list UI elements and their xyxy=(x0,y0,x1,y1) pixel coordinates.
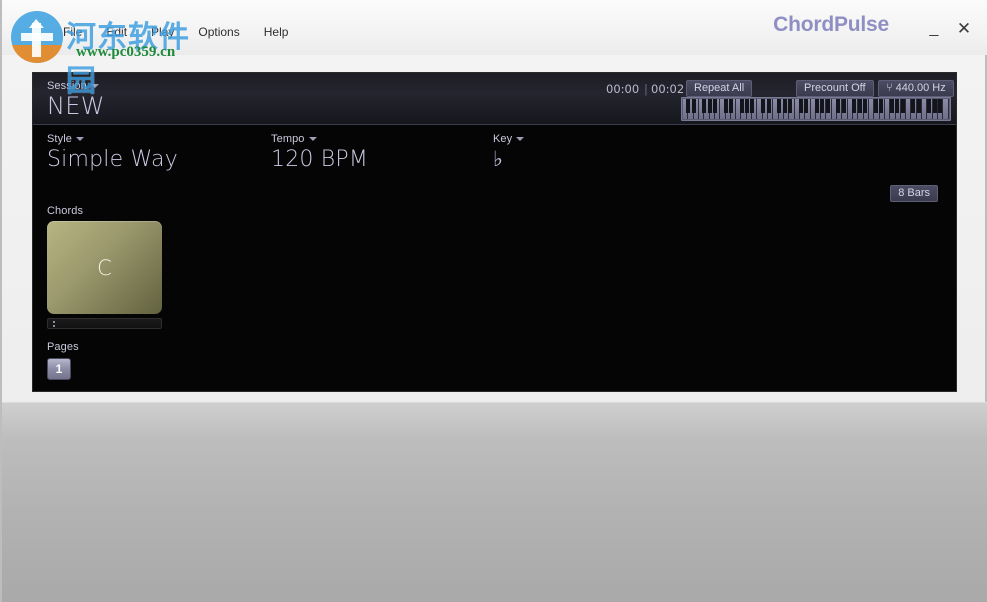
session-selector[interactable]: Session xyxy=(47,80,99,92)
session-properties-row: Style Simple Way Tempo 120 BPM Key ♭ xyxy=(33,133,957,181)
piano-keyboard-display[interactable] xyxy=(681,97,951,121)
session-bar: Session NEW 00:00 | 00:02 Repeat All Pre… xyxy=(33,73,957,125)
style-label: Style xyxy=(47,133,72,145)
precount-toggle-button[interactable]: Precount Off xyxy=(796,80,874,97)
chord-timeline-marker xyxy=(53,321,55,323)
bars-badge[interactable]: 8 Bars xyxy=(890,185,938,202)
time-separator: | xyxy=(644,82,648,96)
chevron-down-icon xyxy=(91,84,99,88)
time-total: 00:02 xyxy=(651,82,684,96)
tuning-value: 440.00 Hz xyxy=(896,82,946,94)
close-button[interactable]: ✕ xyxy=(953,18,975,40)
session-name: NEW xyxy=(47,92,105,120)
chord-slot: C xyxy=(47,221,162,329)
menu-bar: File Edit Play Options Help xyxy=(2,22,291,42)
tuning-fork-icon: ⑂ xyxy=(886,82,893,94)
menu-item-options[interactable]: Options xyxy=(195,24,242,40)
chords-section-label: Chords xyxy=(47,205,83,217)
main-dark-panel: Session NEW 00:00 | 00:02 Repeat All Pre… xyxy=(32,72,957,392)
piano-black-keys xyxy=(683,99,949,113)
session-label: Session xyxy=(47,80,87,92)
minimize-button[interactable]: _ xyxy=(923,18,945,40)
style-field[interactable]: Style Simple Way xyxy=(47,133,178,172)
page-button-1[interactable]: 1 xyxy=(47,358,71,380)
key-field[interactable]: Key ♭ xyxy=(493,133,524,171)
chevron-down-icon xyxy=(516,137,524,141)
page-title: ChordPulse xyxy=(773,13,889,37)
menu-item-file[interactable]: File xyxy=(60,24,85,40)
tempo-value: 120 BPM xyxy=(271,147,368,172)
repeat-mode-button[interactable]: Repeat All xyxy=(686,80,752,97)
chord-name: C xyxy=(97,256,112,280)
style-value: Simple Way xyxy=(47,147,178,172)
application-window: ChordPulse _ ✕ File Edit Play Options He… xyxy=(0,0,987,602)
menu-item-help[interactable]: Help xyxy=(261,24,292,40)
menu-item-play[interactable]: Play xyxy=(148,24,177,40)
chevron-down-icon xyxy=(309,137,317,141)
tuning-button[interactable]: ⑂440.00 Hz xyxy=(878,80,954,97)
chord-timeline-bar[interactable] xyxy=(47,318,162,329)
pages-section-label: Pages xyxy=(47,341,79,353)
time-current: 00:00 xyxy=(606,82,639,96)
style-selector[interactable]: Style xyxy=(47,133,178,145)
key-selector[interactable]: Key xyxy=(493,133,524,145)
control-panel: Master Drums Bass Chords xyxy=(2,402,987,602)
tempo-selector[interactable]: Tempo xyxy=(271,133,368,145)
tempo-label: Tempo xyxy=(271,133,305,145)
menu-item-edit[interactable]: Edit xyxy=(103,24,130,40)
tempo-field[interactable]: Tempo 120 BPM xyxy=(271,133,368,172)
key-label: Key xyxy=(493,133,512,145)
chevron-down-icon xyxy=(76,137,84,141)
key-value: ♭ xyxy=(493,147,524,171)
chord-block[interactable]: C xyxy=(47,221,162,314)
